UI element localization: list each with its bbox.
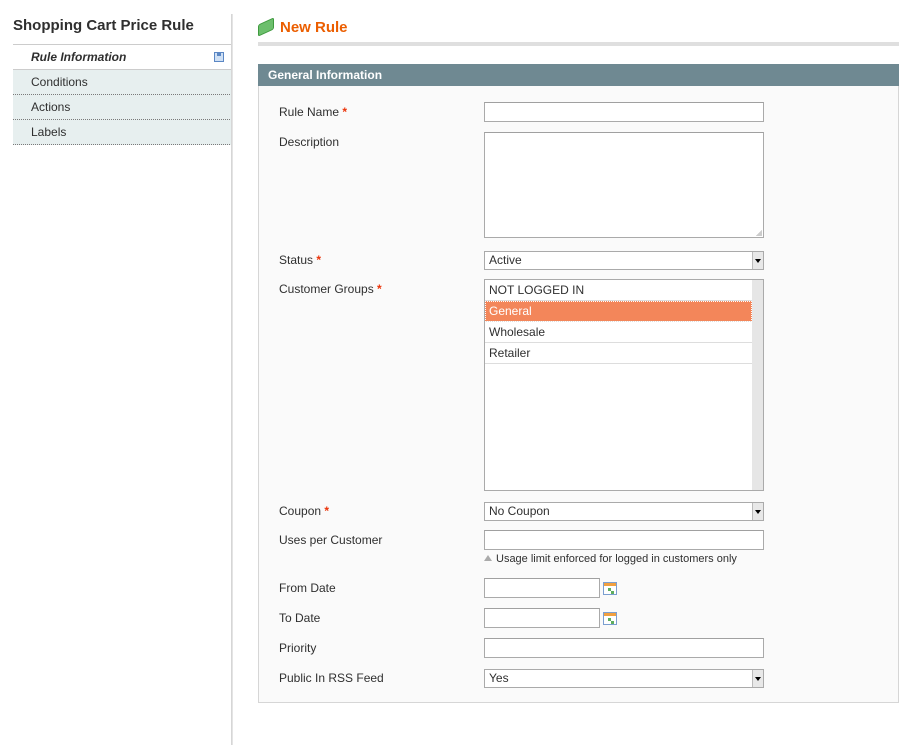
page-title: New Rule <box>280 19 348 36</box>
fieldset-header: General Information <box>258 64 899 86</box>
uses-per-customer-input[interactable] <box>484 530 764 550</box>
calendar-icon[interactable] <box>603 612 617 625</box>
description-label: Description <box>279 135 340 149</box>
tab-labels[interactable]: Labels <box>13 120 232 145</box>
rss-select[interactable]: Yes <box>484 669 764 688</box>
resize-grip-icon[interactable] <box>756 230 762 236</box>
customer-groups-multiselect[interactable]: NOT LOGGED IN General Wholesale Retailer <box>484 279 764 491</box>
note-arrow-icon <box>484 555 492 561</box>
tab-label: Labels <box>31 125 67 139</box>
coupon-select[interactable]: No Coupon <box>484 502 764 521</box>
tab-rule-information[interactable]: Rule Information <box>13 45 232 70</box>
option-retailer[interactable]: Retailer <box>485 343 752 364</box>
title-underline <box>258 42 899 46</box>
to-date-label: To Date <box>279 611 321 625</box>
tab-label: Rule Information <box>31 50 127 64</box>
priority-input[interactable] <box>484 638 764 658</box>
sidebar-title: Shopping Cart Price Rule <box>13 17 194 34</box>
tab-actions[interactable]: Actions <box>13 95 232 120</box>
from-date-input[interactable] <box>484 578 600 598</box>
rss-label: Public In RSS Feed <box>279 671 384 685</box>
scrollbar[interactable] <box>752 280 763 490</box>
money-icon <box>258 17 274 37</box>
tab-conditions[interactable]: Conditions <box>13 70 232 95</box>
chevron-down-icon <box>752 670 763 687</box>
status-label: Status * <box>279 253 322 267</box>
option-wholesale[interactable]: Wholesale <box>485 322 752 343</box>
customer-groups-label: Customer Groups * <box>279 282 382 296</box>
usage-note: Usage limit enforced for logged in custo… <box>484 553 737 565</box>
option-general[interactable]: General <box>485 301 752 322</box>
rule-name-label: Rule Name * <box>279 105 348 119</box>
calendar-icon[interactable] <box>603 582 617 595</box>
option-not-logged-in[interactable]: NOT LOGGED IN <box>485 280 752 301</box>
coupon-label: Coupon * <box>279 504 330 518</box>
to-date-input[interactable] <box>484 608 600 628</box>
chevron-down-icon <box>752 503 763 520</box>
chevron-down-icon <box>752 252 763 269</box>
tab-label: Actions <box>31 100 71 114</box>
from-date-label: From Date <box>279 581 336 595</box>
priority-label: Priority <box>279 641 317 655</box>
description-textarea[interactable] <box>484 132 764 238</box>
save-icon <box>214 52 224 62</box>
status-select[interactable]: Active <box>484 251 764 270</box>
uses-per-customer-label: Uses per Customer <box>279 533 383 547</box>
rule-name-input[interactable] <box>484 102 764 122</box>
tab-label: Conditions <box>31 75 88 89</box>
sidebar-divider <box>231 14 233 745</box>
